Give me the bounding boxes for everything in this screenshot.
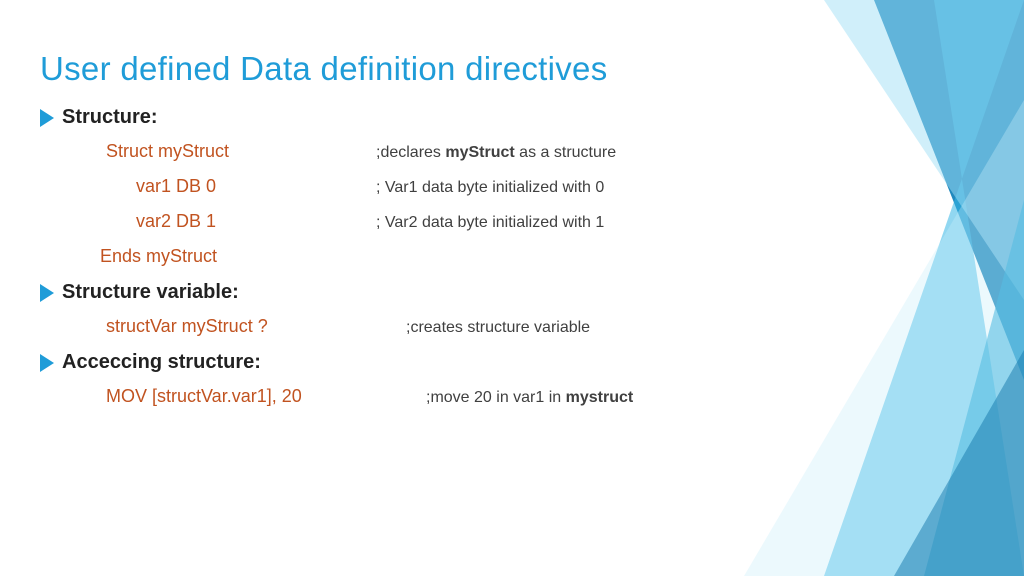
slide-content: User defined Data definition directives … <box>0 0 1024 407</box>
code-comment: ;creates structure variable <box>406 319 590 337</box>
comment-bold: myStruct <box>445 144 514 161</box>
section-label: Structure variable: <box>62 281 239 304</box>
section-accessing-structure: Acceccing structure: <box>40 351 994 374</box>
bullet-arrow-icon <box>40 354 54 372</box>
bullet-arrow-icon <box>40 284 54 302</box>
comment-prefix: ;declares <box>376 144 445 161</box>
section-label: Structure: <box>62 106 158 129</box>
code-comment: ;declares myStruct as a structure <box>376 144 616 162</box>
code-line: var1 DB 0 ; Var1 data byte initialized w… <box>40 176 994 197</box>
section-structure: Structure: <box>40 106 994 129</box>
code-line: MOV [structVar.var1], 20 ;move 20 in var… <box>40 386 994 407</box>
comment-bold: mystruct <box>566 389 634 406</box>
comment-prefix: ;move 20 in var1 in <box>426 389 566 406</box>
code-text: Ends myStruct <box>100 246 217 267</box>
slide-title: User defined Data definition directives <box>40 50 994 88</box>
code-line: var2 DB 1 ; Var2 data byte initialized w… <box>40 211 994 232</box>
bullet-arrow-icon <box>40 109 54 127</box>
code-text: var1 DB 0 <box>136 176 376 197</box>
code-text: MOV [structVar.var1], 20 <box>106 386 426 407</box>
code-comment: ; Var1 data byte initialized with 0 <box>376 179 604 197</box>
code-comment: ; Var2 data byte initialized with 1 <box>376 214 604 232</box>
comment-suffix: as a structure <box>515 144 616 161</box>
code-comment: ;move 20 in var1 in mystruct <box>426 389 633 407</box>
code-text: structVar myStruct ? <box>106 316 406 337</box>
section-label: Acceccing structure: <box>62 351 261 374</box>
section-structure-variable: Structure variable: <box>40 281 994 304</box>
code-line: structVar myStruct ? ;creates structure … <box>40 316 994 337</box>
code-text: var2 DB 1 <box>136 211 376 232</box>
code-text: Struct myStruct <box>106 141 376 162</box>
code-line: Ends myStruct <box>40 246 994 267</box>
code-line: Struct myStruct ;declares myStruct as a … <box>40 141 994 162</box>
